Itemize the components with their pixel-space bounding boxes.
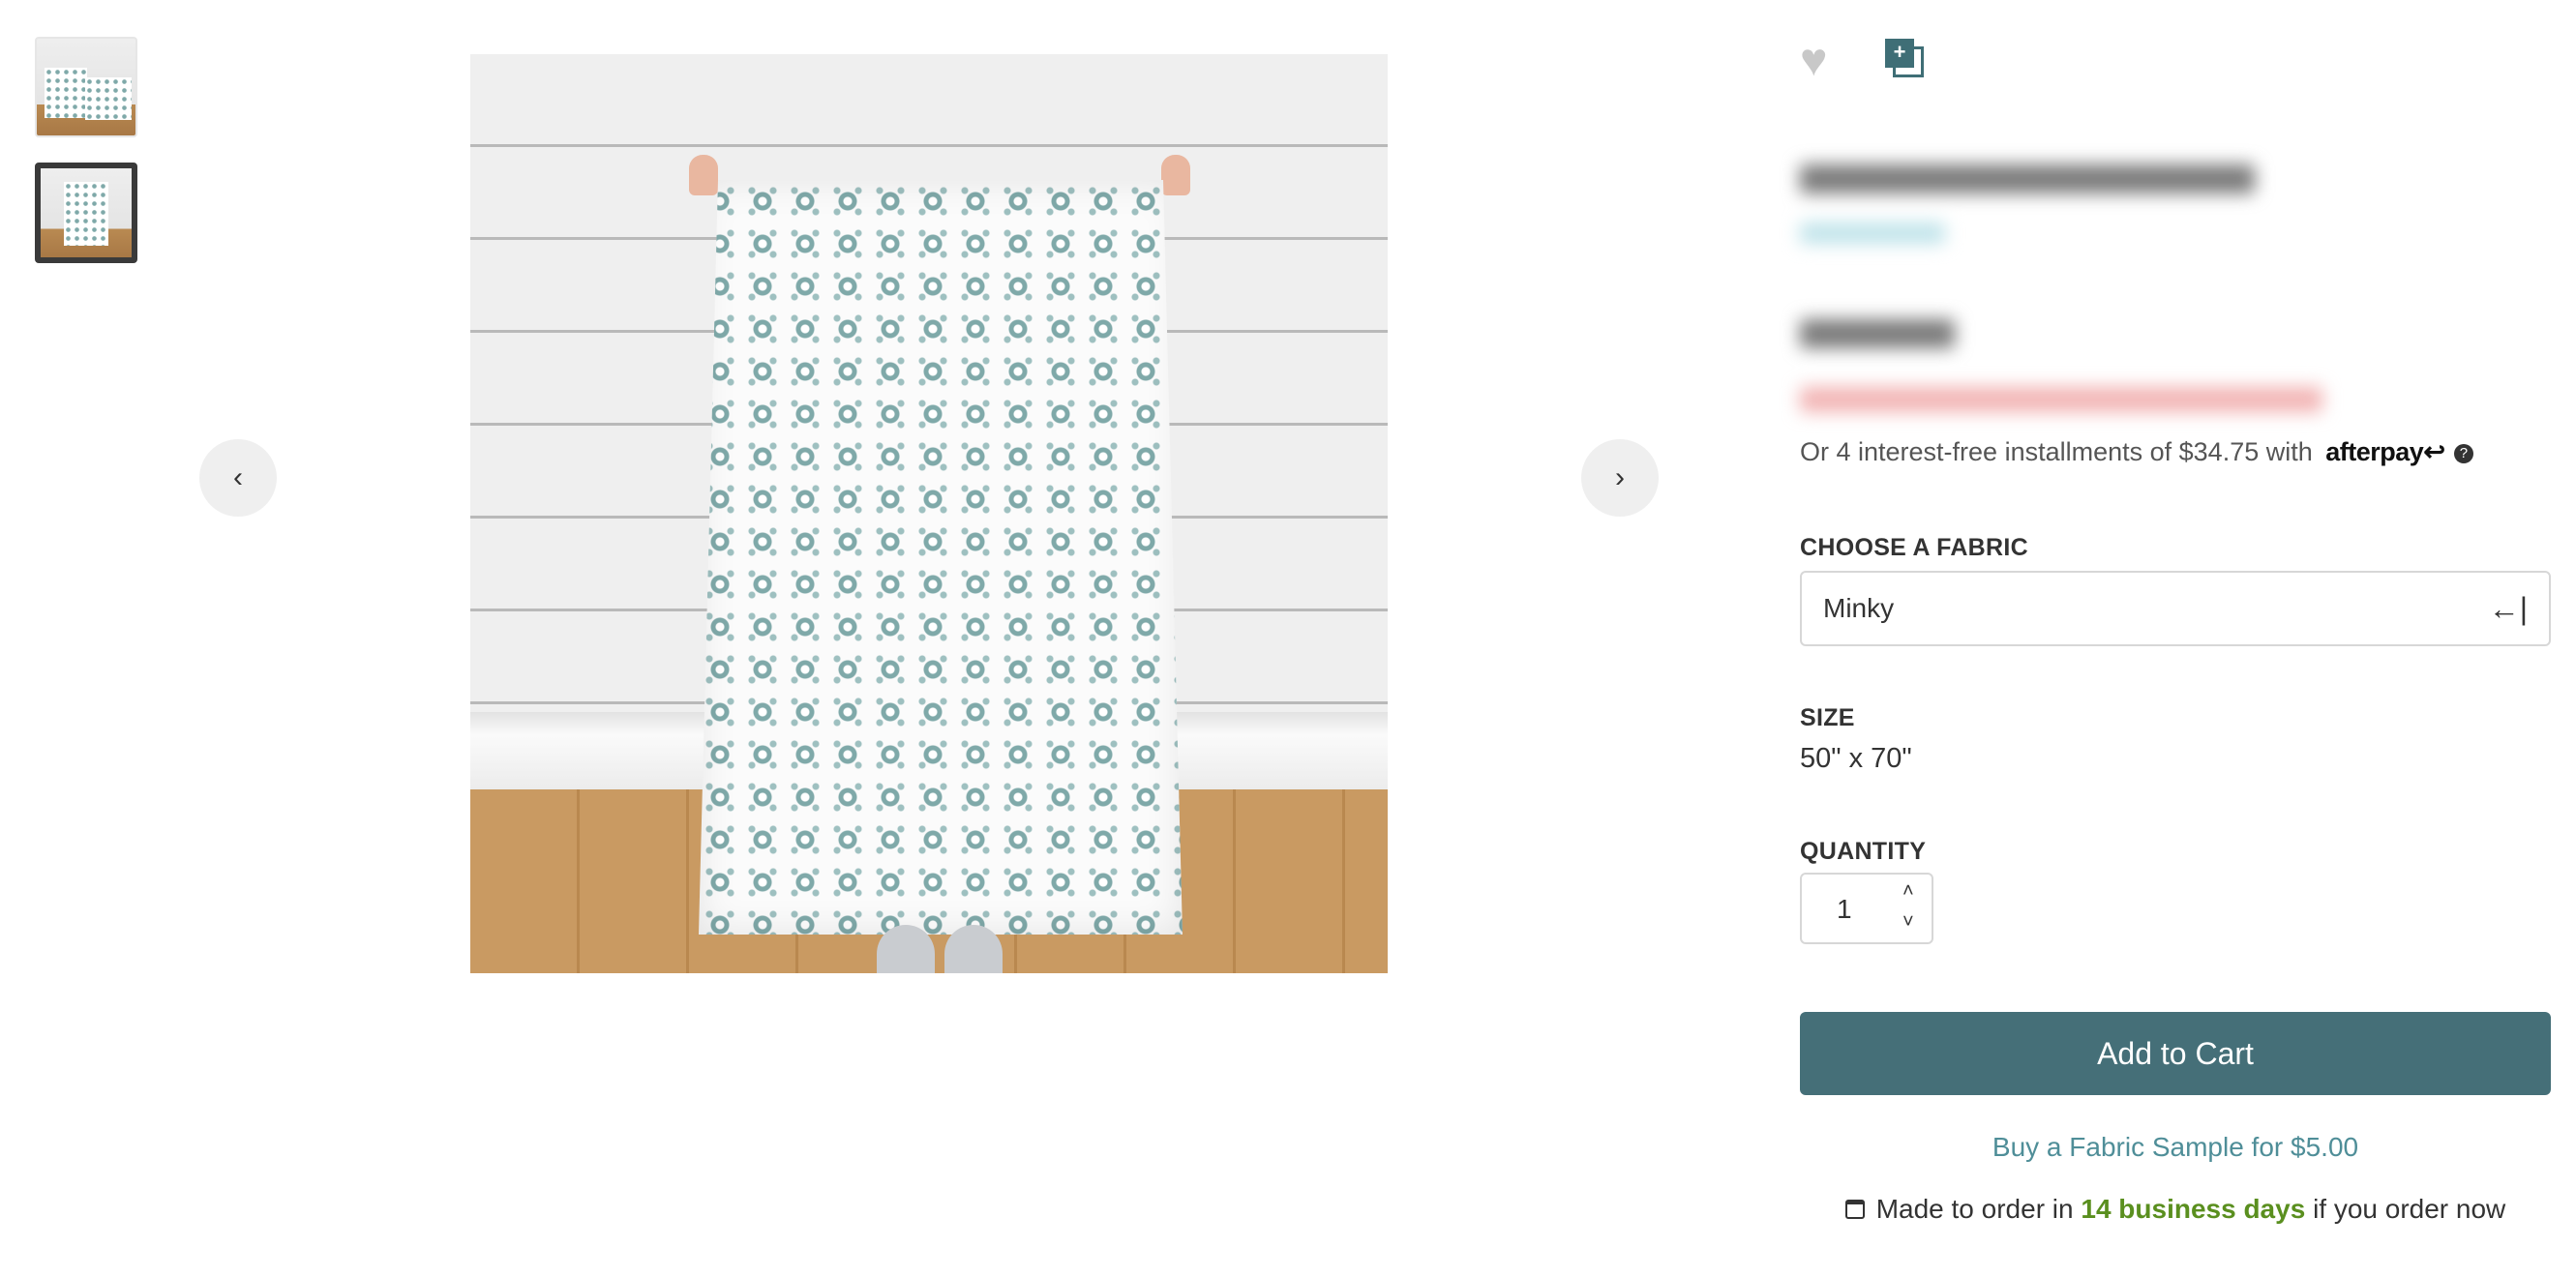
thumbnail-2[interactable] [35,163,137,263]
fabric-label: CHOOSE A FABRIC [1800,534,2028,561]
blurred-sale-banner [1800,387,2322,412]
chevron-up-icon[interactable]: ˄ [1902,880,1914,903]
blurred-designer-link [1800,223,1945,244]
right-hand [1161,155,1190,195]
made-to-order-notice: Made to order in 14 business days if you… [1800,1194,2551,1225]
blurred-product-info [1800,145,2381,435]
chevron-down-icon[interactable]: ˅ [1902,911,1914,934]
size-value: 50" x 70" [1800,743,1912,774]
fabric-select[interactable]: Minky ←| [1800,571,2551,646]
fabric-sample-link[interactable]: Buy a Fabric Sample for $5.00 [1800,1132,2551,1163]
afterpay-logo: afterpay↩ [2325,437,2445,466]
thumbnail-blanket [64,182,108,246]
help-icon[interactable]: ? [2453,443,2473,463]
calendar-icon [1844,1200,1865,1219]
thumbnail-pillow [45,68,87,118]
add-to-cart-button[interactable]: Add to Cart [1800,1012,2551,1095]
size-label: SIZE [1800,704,1855,731]
heart-icon[interactable]: ♥ [1800,38,1844,84]
quantity-value[interactable]: 1 [1837,894,1852,925]
installments-label: Or 4 interest-free installments of $34.7… [1800,437,2313,466]
business-days: 14 business days [2081,1194,2306,1224]
installments-text: Or 4 interest-free installments of $34.7… [1800,437,2473,467]
quantity-label: QUANTITY [1800,838,1927,865]
chevron-right-icon: › [1615,461,1625,493]
thumbnail-1[interactable] [35,37,137,137]
product-image [470,54,1388,973]
left-hand [689,155,718,195]
chevron-left-icon: ‹ [233,461,243,493]
blurred-title [1800,164,2255,193]
previous-image-button[interactable]: ‹ [199,439,277,517]
thumbnail-blanket [85,77,132,120]
made-to-order-suffix: if you order now [2313,1194,2506,1224]
blurred-price [1800,319,1955,348]
select-arrow-icon: ←| [2488,590,2528,626]
next-image-button[interactable]: › [1581,439,1659,517]
fabric-select-value: Minky [1823,593,1895,623]
collection-plus: + [1885,39,1914,68]
made-to-order-prefix: Made to order in [1875,1194,2074,1224]
add-to-collection-icon[interactable]: + [1885,39,1924,77]
quantity-stepper[interactable]: 1 ˄ ˅ [1800,873,1933,944]
blanket-fabric [699,180,1183,935]
